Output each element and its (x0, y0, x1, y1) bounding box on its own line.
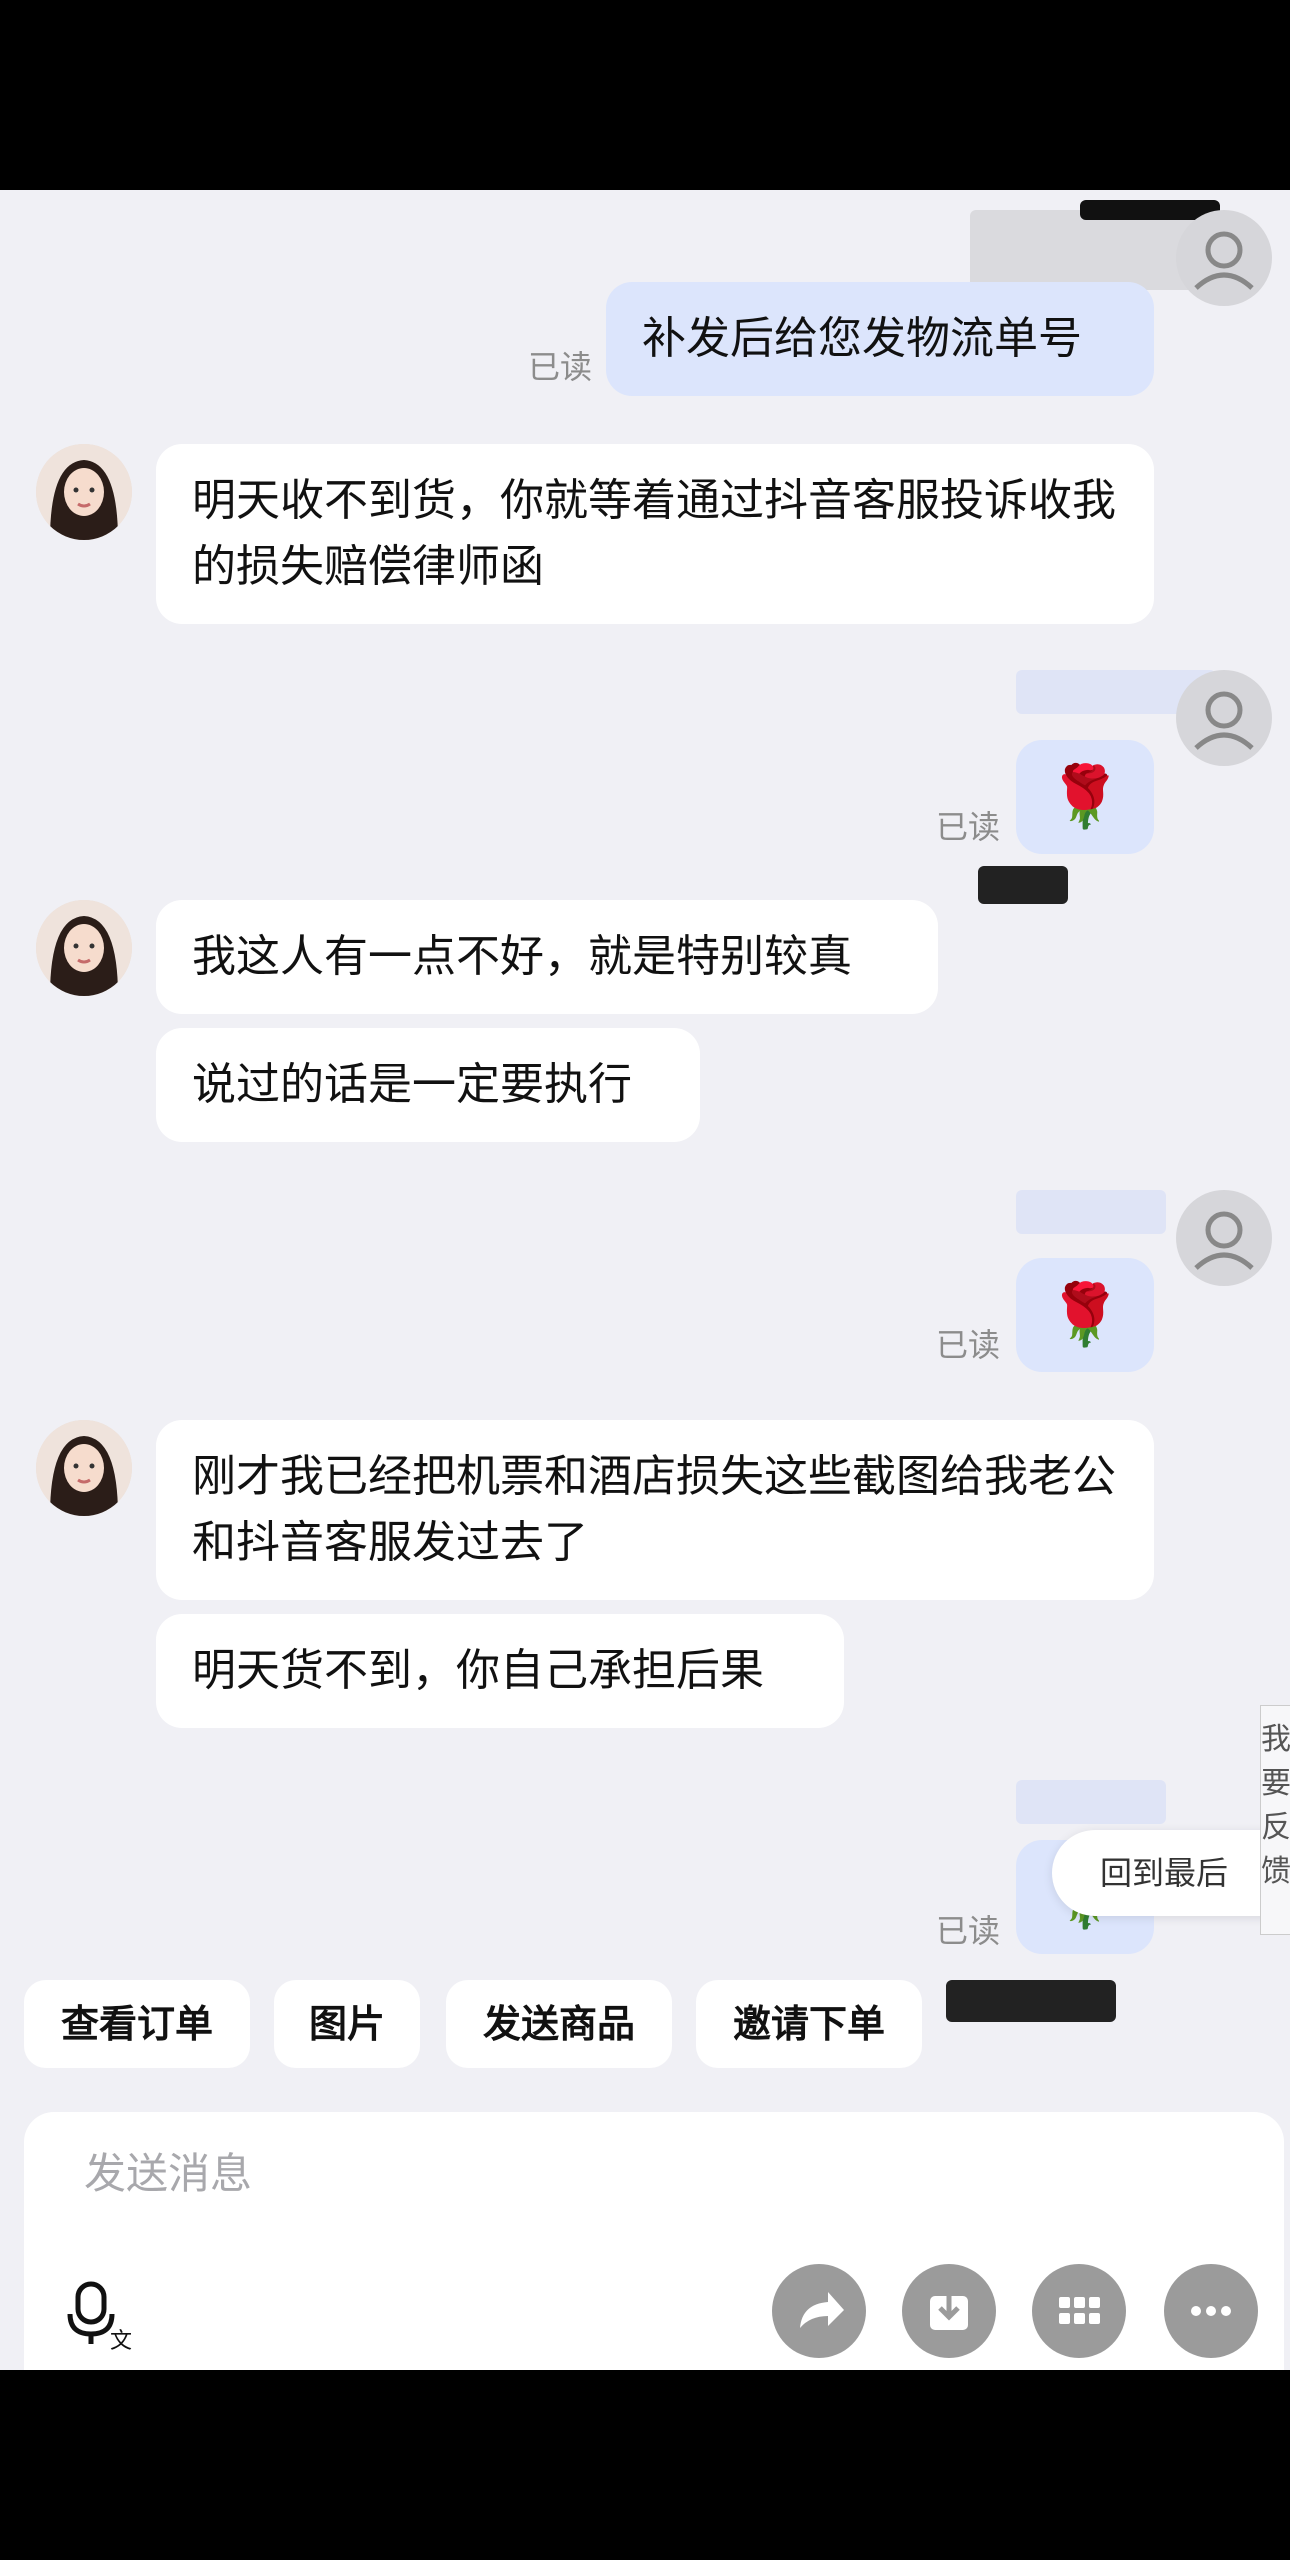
message-input[interactable]: 发送消息 (84, 2140, 252, 2201)
redaction-mark (946, 1980, 1116, 2022)
contact-avatar[interactable] (36, 1420, 132, 1516)
my-avatar[interactable] (1176, 210, 1272, 306)
svg-text:文: 文 (110, 2329, 132, 2350)
image-chip[interactable]: 图片 (274, 1980, 420, 2068)
chat-screen: 已读 补发后给您发物流单号 明天收不到货，你就等着通过抖音客服投诉收我的损失赔偿… (0, 190, 1290, 2370)
redaction-mark (978, 866, 1068, 904)
message-bubble-outgoing[interactable]: 补发后给您发物流单号 (606, 282, 1154, 396)
jump-to-latest-button[interactable]: 回到最后 (1052, 1830, 1270, 1916)
contact-avatar[interactable] (36, 900, 132, 996)
read-receipt: 已读 (936, 808, 1001, 846)
redaction-mark (1016, 1780, 1166, 1824)
message-bubble-incoming[interactable]: 刚才我已经把机票和酒店损失这些截图给我老公和抖音客服发过去了 (156, 1420, 1154, 1600)
message-bubble-incoming[interactable]: 说过的话是一定要执行 (156, 1028, 700, 1142)
message-bubble-incoming[interactable]: 明天收不到货，你就等着通过抖音客服投诉收我的损失赔偿律师函 (156, 444, 1154, 624)
share-icon[interactable] (772, 2264, 866, 2358)
message-bubble-incoming[interactable]: 明天货不到，你自己承担后果 (156, 1614, 844, 1728)
message-bubble-incoming[interactable]: 我这人有一点不好，就是特别较真 (156, 900, 938, 1014)
redaction-mark (1016, 1190, 1166, 1234)
more-icon[interactable] (1164, 2264, 1258, 2358)
grid-icon[interactable] (1032, 2264, 1126, 2358)
download-icon[interactable] (902, 2264, 996, 2358)
voice-to-text-icon[interactable]: 文 (62, 2280, 132, 2354)
read-receipt: 已读 (528, 348, 593, 386)
invite-order-chip[interactable]: 邀请下单 (696, 1980, 922, 2068)
feedback-tab[interactable]: 我要反馈 (1260, 1705, 1290, 1935)
read-receipt: 已读 (936, 1912, 1001, 1950)
message-composer: 发送消息 文 (24, 2112, 1284, 2370)
message-bubble-outgoing[interactable]: 🌹 (1016, 1258, 1154, 1372)
contact-avatar[interactable] (36, 444, 132, 540)
message-list[interactable]: 已读 补发后给您发物流单号 明天收不到货，你就等着通过抖音客服投诉收我的损失赔偿… (0, 190, 1290, 1960)
message-bubble-outgoing[interactable]: 🌹 (1016, 740, 1154, 854)
my-avatar[interactable] (1176, 670, 1272, 766)
send-product-chip[interactable]: 发送商品 (446, 1980, 672, 2068)
my-avatar[interactable] (1176, 1190, 1272, 1286)
view-order-chip[interactable]: 查看订单 (24, 1980, 250, 2068)
read-receipt: 已读 (936, 1326, 1001, 1364)
